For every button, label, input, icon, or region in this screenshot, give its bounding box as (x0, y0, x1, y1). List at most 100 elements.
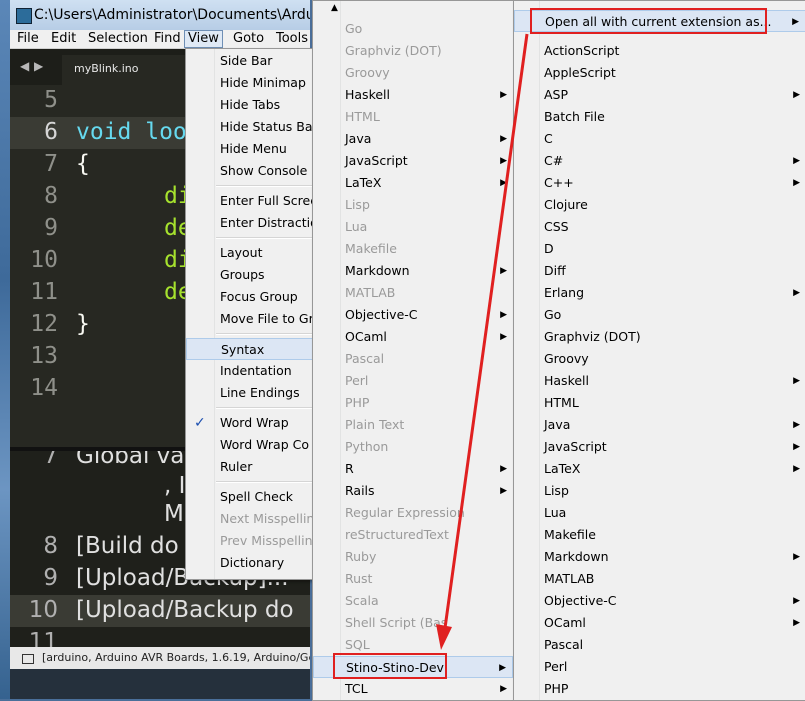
view-menu-item-hide-tabs[interactable]: Hide Tabs (186, 94, 321, 116)
syntax-menu-item-java[interactable]: Java ▶ (313, 128, 513, 150)
view-menu-item-label: Indentation (220, 363, 292, 378)
ext-menu-item-latex[interactable]: LaTeX ▶ (514, 458, 805, 480)
ext-menu-item-haskell[interactable]: Haskell ▶ (514, 370, 805, 392)
ext-menu-item-perl[interactable]: Perl (514, 656, 805, 678)
view-menu-item-focus-group[interactable]: Focus Group (186, 286, 321, 308)
menu-selection[interactable]: Selection (85, 30, 151, 48)
submenu-arrow-icon: ▶ (793, 464, 800, 474)
ext-menu-item-erlang[interactable]: Erlang ▶ (514, 282, 805, 304)
syntax-menu-item-label: LaTeX (345, 175, 382, 190)
ext-menu-item-diff[interactable]: Diff (514, 260, 805, 282)
menu-separator (216, 333, 321, 335)
syntax-menu-item-haskell[interactable]: Haskell ▶ (313, 84, 513, 106)
syntax-menu-item-javascript[interactable]: JavaScript ▶ (313, 150, 513, 172)
menu-file[interactable]: File (14, 30, 42, 48)
ext-menu-item-label: C (544, 131, 553, 146)
menu-find[interactable]: Find (151, 30, 184, 48)
ext-menu-item-pascal[interactable]: Pascal (514, 634, 805, 656)
syntax-menu-item-label: Scala (345, 593, 379, 608)
ext-menu-item-c[interactable]: C++ ▶ (514, 172, 805, 194)
ext-menu-item-label: HTML (544, 395, 579, 410)
view-menu-item-next-misspelling: Next Misspelling (186, 508, 321, 530)
view-menu-item-word-wrap[interactable]: ✓ Word Wrap (186, 412, 321, 434)
ext-menu-item-objective-c[interactable]: Objective-C ▶ (514, 590, 805, 612)
syntax-menu-item-label: MATLAB (345, 285, 396, 300)
view-menu-item-groups[interactable]: Groups (186, 264, 321, 286)
syntax-menu-item-php: PHP (313, 392, 513, 414)
ext-menu-item-batch-file[interactable]: Batch File (514, 106, 805, 128)
ext-menu-item-matlab[interactable]: MATLAB (514, 568, 805, 590)
submenu-arrow-icon: ▶ (793, 288, 800, 298)
ext-menu-item-markdown[interactable]: Markdown ▶ (514, 546, 805, 568)
view-menu-item-line-endings[interactable]: Line Endings (186, 382, 321, 404)
ext-menu-item-c[interactable]: C (514, 128, 805, 150)
ext-menu-item-ocaml[interactable]: OCaml ▶ (514, 612, 805, 634)
view-menu-item-show-console[interactable]: Show Console (186, 160, 321, 182)
view-menu-item-label: Enter Full Screen (220, 193, 321, 208)
submenu-arrow-icon: ▶ (499, 663, 506, 673)
syntax-menu-item-tcl[interactable]: TCL ▶ (313, 678, 513, 700)
syntax-menu-item-objective-c[interactable]: Objective-C ▶ (313, 304, 513, 326)
view-menu-item-enter-distraction[interactable]: Enter Distraction (186, 212, 321, 234)
submenu-arrow-icon: ▶ (500, 464, 507, 474)
syntax-menu-item-label: Haskell (345, 87, 391, 102)
ext-menu-item-lisp[interactable]: Lisp (514, 480, 805, 502)
ext-menu-item-html[interactable]: HTML (514, 392, 805, 414)
ext-menu-item-css[interactable]: CSS (514, 216, 805, 238)
view-menu-item-word-wrap-co[interactable]: Word Wrap Co (186, 434, 321, 456)
ext-menu-item-go[interactable]: Go (514, 304, 805, 326)
ext-menu-item-label: JavaScript (544, 439, 607, 454)
menu-edit[interactable]: Edit (48, 30, 79, 48)
ext-menu-item-makefile[interactable]: Makefile (514, 524, 805, 546)
syntax-menu-item-r[interactable]: R ▶ (313, 458, 513, 480)
ext-menu-item-label: D (544, 241, 554, 256)
menu-view[interactable]: View (184, 30, 223, 48)
ext-menu-item-java[interactable]: Java ▶ (514, 414, 805, 436)
tab-scroll-left-icon[interactable]: ◀ (20, 59, 29, 73)
submenu-arrow-icon: ▶ (500, 310, 507, 320)
code-line: void loop (76, 119, 201, 145)
syntax-menu-item-graphviz-dot: Graphviz (DOT) (313, 40, 513, 62)
view-menu-item-hide-status-bar[interactable]: Hide Status Bar (186, 116, 321, 138)
tab-scroll-right-icon[interactable]: ▶ (34, 59, 43, 73)
syntax-menu-item-markdown[interactable]: Markdown ▶ (313, 260, 513, 282)
ext-menu-item-clojure[interactable]: Clojure (514, 194, 805, 216)
menu-tools[interactable]: Tools (273, 30, 310, 48)
ext-menu-item-php[interactable]: PHP (514, 678, 805, 700)
view-menu-item-spell-check[interactable]: Spell Check (186, 486, 321, 508)
ext-menu-item-javascript[interactable]: JavaScript ▶ (514, 436, 805, 458)
view-menu-item-move-file-to-gr[interactable]: Move File to Gr (186, 308, 321, 330)
submenu-arrow-icon: ▶ (500, 156, 507, 166)
view-menu-item-enter-full-screen[interactable]: Enter Full Screen (186, 190, 321, 212)
console-text: [Upload/Backup do (76, 597, 294, 623)
ext-menu-item-label: ActionScript (544, 43, 620, 58)
ext-menu-item-groovy[interactable]: Groovy (514, 348, 805, 370)
ext-menu-item-applescript[interactable]: AppleScript (514, 62, 805, 84)
menu-goto[interactable]: Goto (230, 30, 267, 48)
ext-menu-item-d[interactable]: D (514, 238, 805, 260)
view-menu-item-ruler[interactable]: Ruler (186, 456, 321, 478)
syntax-menu-item-ocaml[interactable]: OCaml ▶ (313, 326, 513, 348)
view-menu-item-hide-menu[interactable]: Hide Menu (186, 138, 321, 160)
submenu-arrow-icon: ▶ (793, 618, 800, 628)
submenu-arrow-icon: ▶ (793, 420, 800, 430)
ext-menu-item-lua[interactable]: Lua (514, 502, 805, 524)
view-menu-item-dictionary[interactable]: Dictionary (186, 552, 321, 574)
submenu-arrow-icon: ▶ (792, 17, 799, 27)
view-menu-item-syntax[interactable]: Syntax (186, 338, 321, 360)
submenu-arrow-icon: ▶ (500, 684, 507, 694)
scroll-up-icon[interactable]: ▲ (331, 3, 338, 13)
view-menu-item-side-bar[interactable]: Side Bar (186, 50, 321, 72)
ext-menu-item-label: OCaml (544, 615, 586, 630)
syntax-menu-item-rails[interactable]: Rails ▶ (313, 480, 513, 502)
ext-menu-item-graphviz-dot[interactable]: Graphviz (DOT) (514, 326, 805, 348)
view-menu-item-layout[interactable]: Layout (186, 242, 321, 264)
syntax-submenu: ▲ Go Graphviz (DOT) Groovy Haskell ▶ HTML Java… (312, 0, 514, 701)
console-toggle-icon[interactable] (22, 654, 34, 664)
ext-menu-item-asp[interactable]: ASP ▶ (514, 84, 805, 106)
view-menu-item-hide-minimap[interactable]: Hide Minimap (186, 72, 321, 94)
ext-menu-item-actionscript[interactable]: ActionScript (514, 40, 805, 62)
ext-menu-item-c[interactable]: C# ▶ (514, 150, 805, 172)
syntax-menu-item-latex[interactable]: LaTeX ▶ (313, 172, 513, 194)
view-menu-item-indentation[interactable]: Indentation (186, 360, 321, 382)
